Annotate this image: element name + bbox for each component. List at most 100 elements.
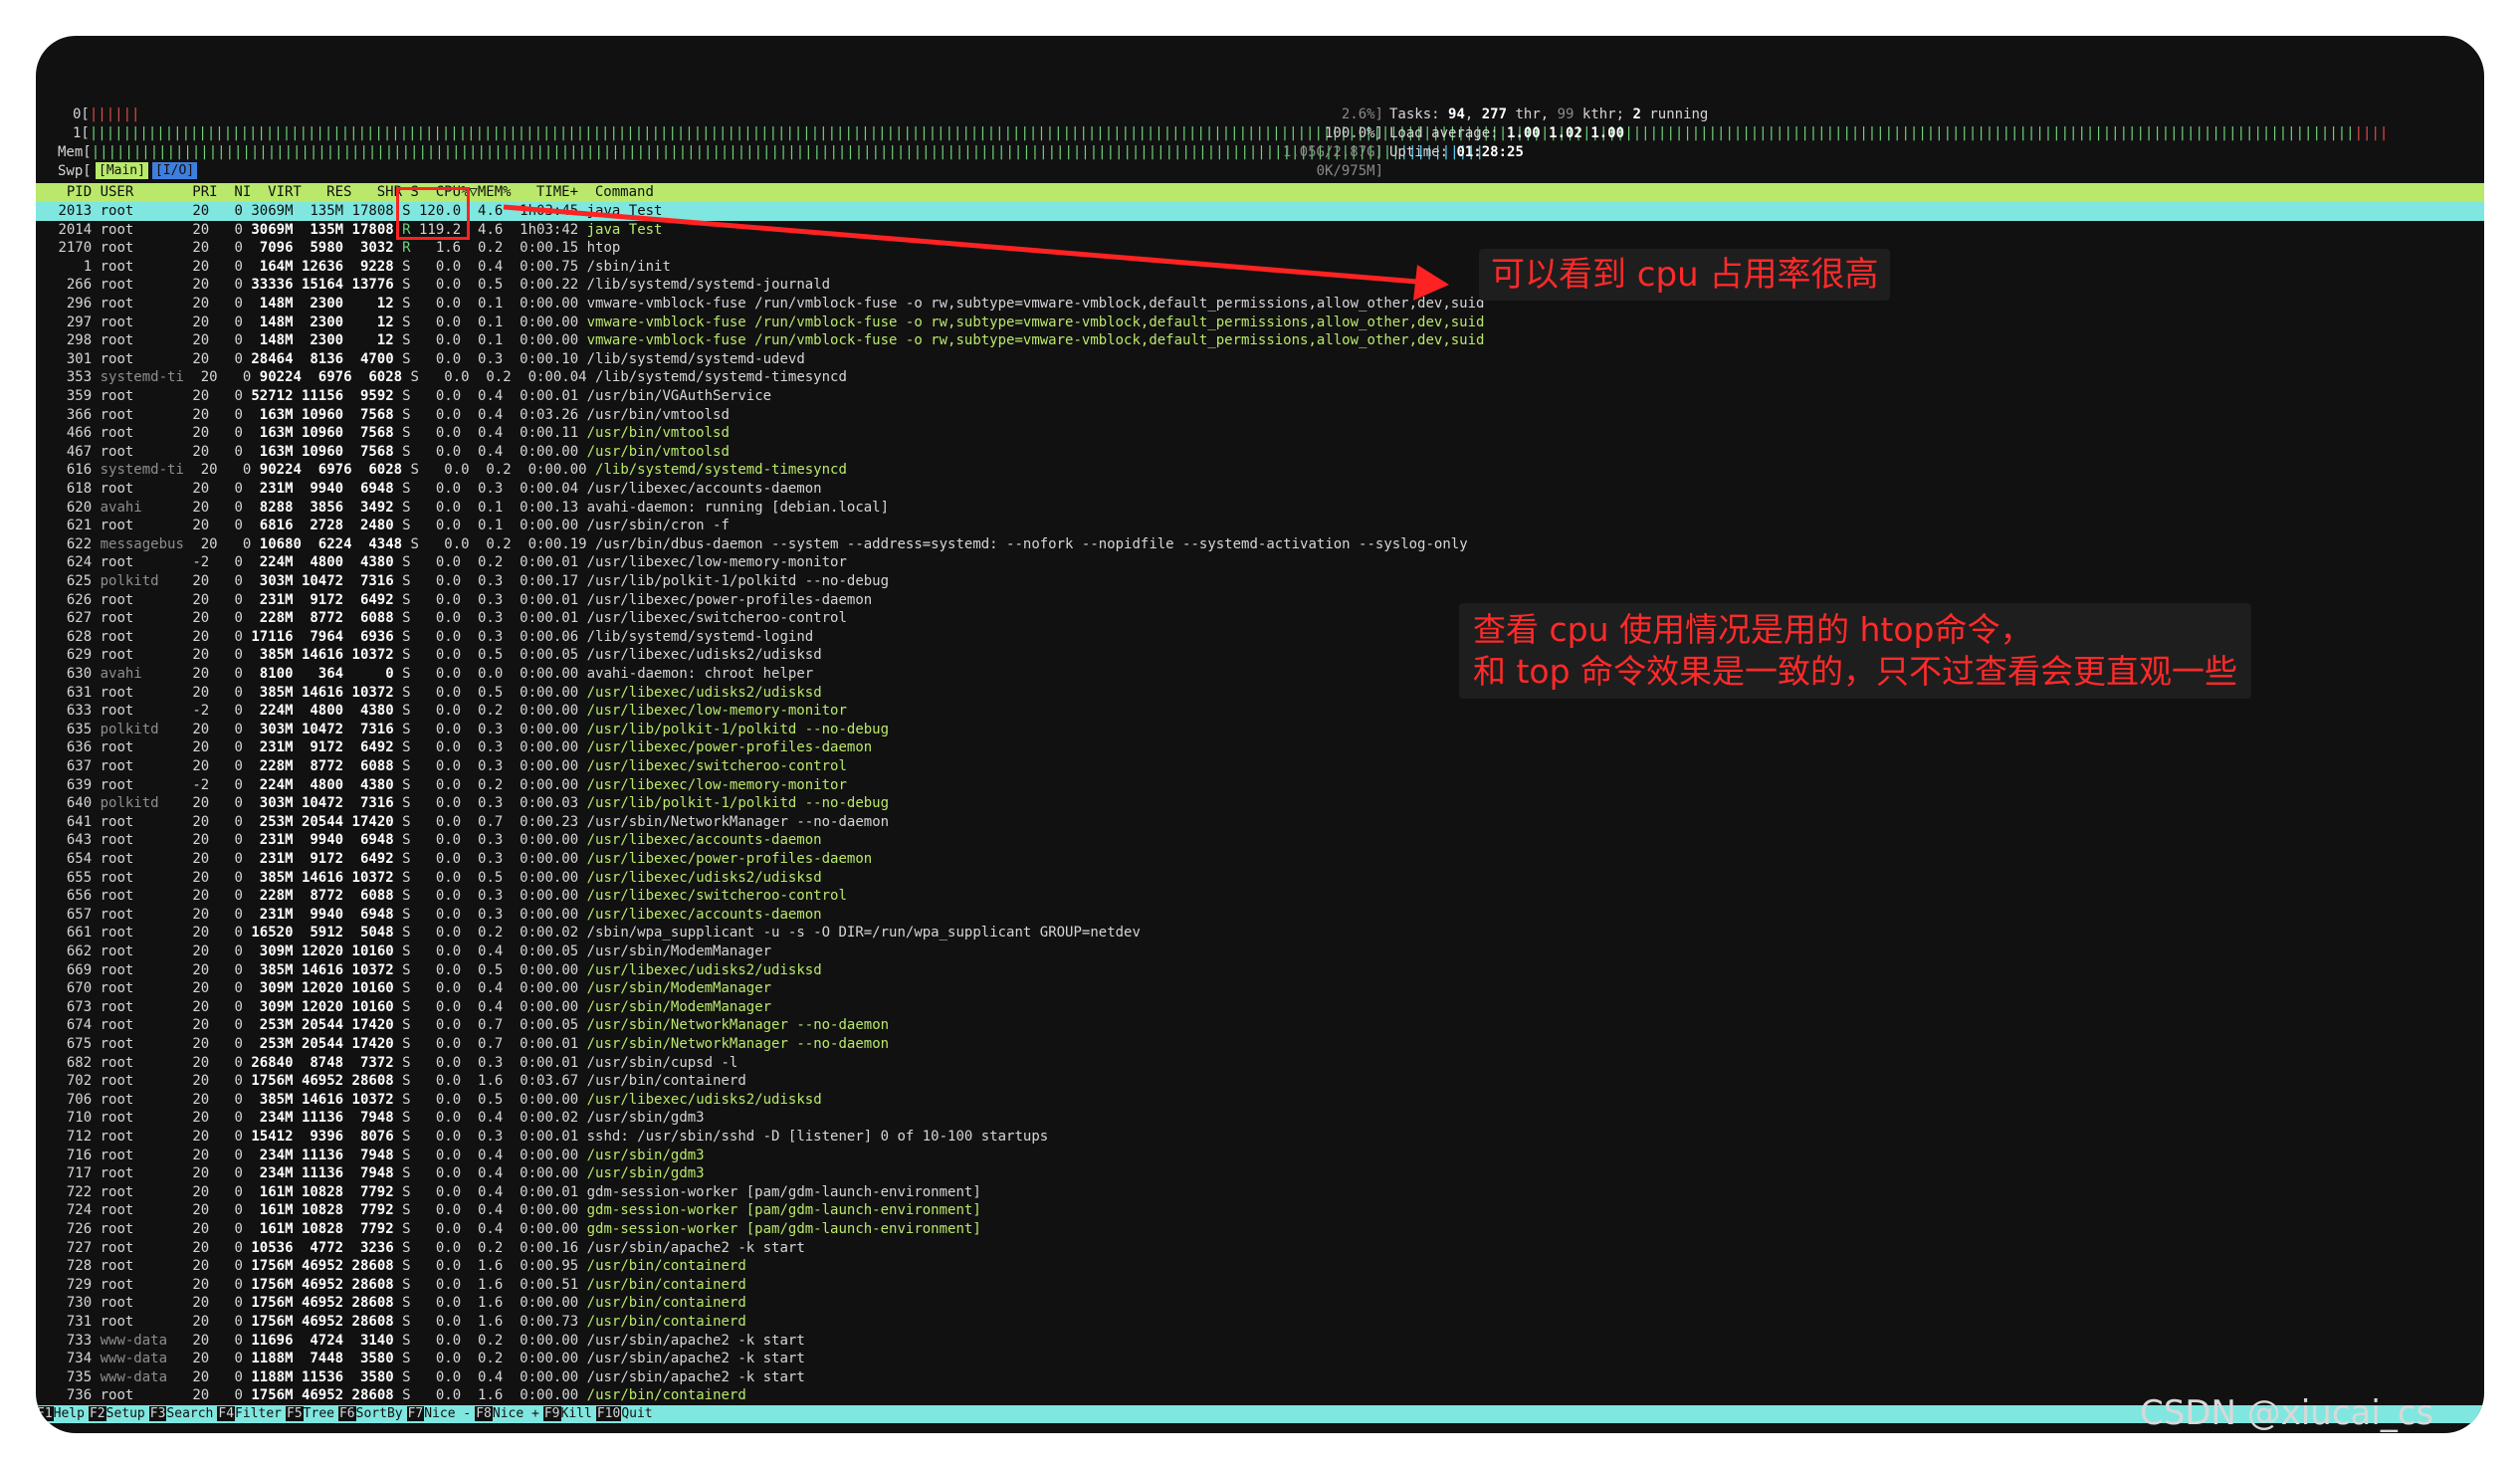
process-row[interactable]: 657 root 20 0 231M 9940 6948 S 0.0 0.3 0… <box>36 906 2484 925</box>
process-shr: 28608 <box>351 1276 394 1293</box>
annotation-htop-note: 查看 cpu 使用情况是用的 htop命令， 和 top 命令效果是一致的，只不… <box>1459 603 2252 699</box>
process-row[interactable]: 633 root -2 0 224M 4800 4380 S 0.0 0.2 0… <box>36 702 2484 721</box>
process-row[interactable]: 735 www-data 20 0 1188M 11536 3580 S 0.0… <box>36 1368 2484 1387</box>
process-s: S <box>402 906 411 923</box>
fkey-label-f1[interactable]: Help <box>53 1406 89 1421</box>
process-row[interactable]: 731 root 20 0 1756M 46952 28608 S 0.0 1.… <box>36 1313 2484 1332</box>
process-mem: 1.6 <box>478 1387 504 1404</box>
process-col-gap <box>461 925 478 941</box>
process-row[interactable]: 467 root 20 0 163M 10960 7568 S 0.0 0.4 … <box>36 443 2484 462</box>
process-row[interactable]: 636 root 20 0 231M 9172 6492 S 0.0 0.3 0… <box>36 738 2484 757</box>
process-ni: 0 <box>234 998 243 1015</box>
process-row[interactable]: 670 root 20 0 309M 12020 10160 S 0.0 0.4… <box>36 979 2484 998</box>
fkey-label-f8[interactable]: Nice + <box>492 1406 543 1421</box>
process-time: 0:00.00 <box>520 1091 579 1108</box>
process-row[interactable]: 712 root 20 0 15412 9396 8076 S 0.0 0.3 … <box>36 1128 2484 1147</box>
fkey-f6: F6 <box>337 1406 356 1421</box>
process-col-gap <box>294 1240 311 1256</box>
process-col-gap <box>175 870 192 886</box>
process-command: /usr/lib/polkit-1/polkitd --no-debug <box>586 721 890 737</box>
process-row[interactable]: 706 root 20 0 385M 14616 10372 S 0.0 0.5… <box>36 1091 2484 1110</box>
process-col-gap <box>461 444 478 460</box>
process-row[interactable]: 641 root 20 0 253M 20544 17420 S 0.0 0.7… <box>36 813 2484 832</box>
process-row[interactable]: 726 root 20 0 161M 10828 7792 S 0.0 0.4 … <box>36 1220 2484 1239</box>
fkey-label-f5[interactable]: Tree <box>303 1406 338 1421</box>
process-col-gap <box>411 1221 436 1237</box>
process-row[interactable]: 673 root 20 0 309M 12020 10160 S 0.0 0.4… <box>36 998 2484 1017</box>
process-row[interactable]: 736 root 20 0 1756M 46952 28608 S 0.0 1.… <box>36 1386 2484 1405</box>
process-row[interactable]: 728 root 20 0 1756M 46952 28608 S 0.0 1.… <box>36 1257 2484 1276</box>
process-col-gap <box>294 1333 311 1349</box>
fkey-label-f4[interactable]: Filter <box>235 1406 287 1421</box>
process-row[interactable]: 655 root 20 0 385M 14616 10372 S 0.0 0.5… <box>36 869 2484 888</box>
process-pri: 20 <box>192 1036 210 1052</box>
process-row[interactable]: 710 root 20 0 234M 11136 7948 S 0.0 0.4 … <box>36 1109 2484 1128</box>
process-mem: 0.3 <box>477 832 504 849</box>
fkey-label-f3[interactable]: Search <box>166 1406 218 1421</box>
process-shr: 10372 <box>351 684 394 701</box>
process-row[interactable]: 625 polkitd 20 0 303M 10472 7316 S 0.0 0… <box>36 572 2484 591</box>
process-row[interactable]: 717 root 20 0 234M 11136 7948 S 0.0 0.4 … <box>36 1164 2484 1183</box>
process-row[interactable]: 661 root 20 0 16520 5912 5048 S 0.0 0.2 … <box>36 924 2484 942</box>
process-col-gap <box>133 518 175 533</box>
process-row[interactable]: 674 root 20 0 253M 20544 17420 S 0.0 0.7… <box>36 1016 2484 1035</box>
process-row[interactable]: 669 root 20 0 385M 14616 10372 S 0.0 0.5… <box>36 961 2484 980</box>
process-row[interactable]: 662 root 20 0 309M 12020 10160 S 0.0 0.4… <box>36 942 2484 961</box>
process-row[interactable]: 730 root 20 0 1756M 46952 28608 S 0.0 1.… <box>36 1294 2484 1313</box>
process-mem: 0.5 <box>478 869 504 886</box>
process-row[interactable]: 702 root 20 0 1756M 46952 28608 S 0.0 1.… <box>36 1072 2484 1091</box>
process-col-gap <box>461 739 478 755</box>
process-col-gap <box>159 573 176 589</box>
process-row[interactable]: 620 avahi 20 0 8288 3856 3492 S 0.0 0.1 … <box>36 499 2484 518</box>
process-col-gap <box>294 1277 302 1293</box>
process-row[interactable]: 637 root 20 0 228M 8772 6088 S 0.0 0.3 0… <box>36 757 2484 776</box>
process-col-gap <box>461 832 478 848</box>
process-res: 11136 <box>301 1147 344 1163</box>
process-col-gap <box>578 647 586 663</box>
process-row[interactable]: 729 root 20 0 1756M 46952 28608 S 0.0 1.… <box>36 1276 2484 1295</box>
process-row[interactable]: 656 root 20 0 228M 8772 6088 S 0.0 0.3 0… <box>36 887 2484 906</box>
process-row[interactable]: 682 root 20 0 26840 8748 7372 S 0.0 0.3 … <box>36 1054 2484 1073</box>
process-pri: 20 <box>192 481 210 497</box>
process-row[interactable]: 724 root 20 0 161M 10828 7792 S 0.0 0.4 … <box>36 1201 2484 1220</box>
process-col-gap <box>343 1110 360 1126</box>
process-col-gap <box>394 518 402 533</box>
process-ni: 0 <box>234 980 243 997</box>
fkey-label-f6[interactable]: SortBy <box>355 1406 407 1421</box>
process-row[interactable]: 716 root 20 0 234M 11136 7948 S 0.0 0.4 … <box>36 1147 2484 1165</box>
fkey-label-f2[interactable]: Setup <box>105 1406 149 1421</box>
process-shr: 7372 <box>359 1054 394 1071</box>
process-s: S <box>402 1017 411 1034</box>
process-col-gap <box>92 536 100 552</box>
process-s: S <box>402 647 411 664</box>
process-row[interactable]: 734 www-data 20 0 1188M 7448 3580 S 0.0 … <box>36 1350 2484 1368</box>
process-virt: 253M <box>259 1036 294 1052</box>
fkey-label-f7[interactable]: Nice - <box>424 1406 476 1421</box>
process-row[interactable]: 618 root 20 0 231M 9940 6948 S 0.0 0.3 0… <box>36 480 2484 499</box>
process-row[interactable]: 616 systemd-ti 20 0 90224 6976 6028 S 0.… <box>36 461 2484 480</box>
process-row[interactable]: 622 messagebus 20 0 10680 6224 4348 S 0.… <box>36 535 2484 554</box>
process-row[interactable]: 635 polkitd 20 0 303M 10472 7316 S 0.0 0… <box>36 721 2484 739</box>
process-mem: 0.4 <box>478 980 504 997</box>
process-virt: 385M <box>259 647 294 664</box>
process-mem: 0.0 <box>478 666 504 682</box>
process-col-gap <box>50 481 67 497</box>
process-row[interactable]: 733 www-data 20 0 11696 4724 3140 S 0.0 … <box>36 1332 2484 1351</box>
process-row[interactable]: 727 root 20 0 10536 4772 3236 S 0.0 0.2 … <box>36 1239 2484 1258</box>
process-row[interactable]: 621 root 20 0 6816 2728 2480 S 0.0 0.1 0… <box>36 517 2484 535</box>
fkey-label-f9[interactable]: Kill <box>560 1406 596 1421</box>
process-row[interactable]: 640 polkitd 20 0 303M 10472 7316 S 0.0 0… <box>36 794 2484 813</box>
process-cpu: 0.0 <box>435 573 462 589</box>
process-row[interactable]: 722 root 20 0 161M 10828 7792 S 0.0 0.4 … <box>36 1183 2484 1202</box>
process-pid: 729 <box>66 1276 93 1293</box>
process-row[interactable]: 639 root -2 0 224M 4800 4380 S 0.0 0.2 0… <box>36 776 2484 795</box>
fkey-label-f10[interactable]: Quit <box>621 1406 657 1421</box>
process-row[interactable]: 654 root 20 0 231M 9172 6492 S 0.0 0.3 0… <box>36 850 2484 869</box>
process-row[interactable]: 624 root -2 0 224M 4800 4380 S 0.0 0.2 0… <box>36 553 2484 572</box>
process-cpu: 0.0 <box>435 1387 462 1404</box>
process-pid: 630 <box>66 666 93 682</box>
process-command: gdm-session-worker [pam/gdm-launch-envir… <box>586 1183 981 1200</box>
process-shr: 7316 <box>359 795 394 812</box>
process-row[interactable]: 675 root 20 0 253M 20544 17420 S 0.0 0.7… <box>36 1035 2484 1054</box>
process-row[interactable]: 643 root 20 0 231M 9940 6948 S 0.0 0.3 0… <box>36 831 2484 850</box>
